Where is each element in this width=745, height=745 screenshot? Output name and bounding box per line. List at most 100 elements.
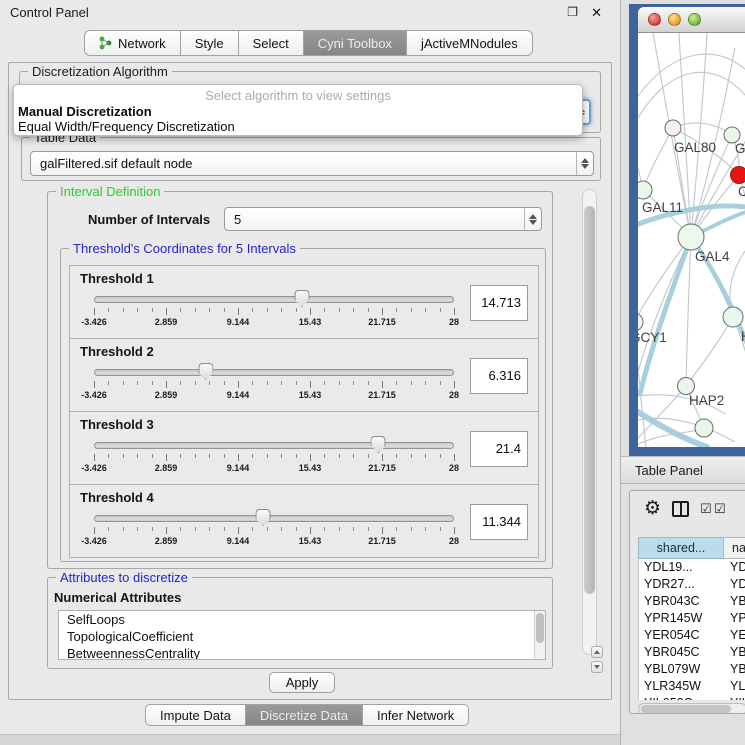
threshold-1-value-field[interactable]: 14.713 bbox=[470, 285, 528, 321]
threshold-label: Threshold 1 bbox=[80, 271, 154, 286]
settings-scrollbar[interactable] bbox=[582, 189, 597, 655]
slider-track[interactable] bbox=[94, 369, 454, 376]
slider-thumb[interactable] bbox=[256, 509, 271, 526]
table-row[interactable]: YPR145WYPR1 bbox=[639, 610, 745, 627]
table-row[interactable]: YDL19...YDL1 bbox=[639, 559, 745, 576]
slider-track[interactable] bbox=[94, 515, 454, 522]
column-header-name[interactable]: na bbox=[723, 537, 745, 559]
horizontal-scrollbar[interactable] bbox=[638, 703, 745, 714]
tab-select[interactable]: Select bbox=[238, 30, 304, 56]
tab-cyni-toolbox[interactable]: Cyni Toolbox bbox=[303, 30, 407, 56]
network-icon bbox=[99, 36, 112, 50]
table-header: shared... na bbox=[638, 537, 745, 559]
table-row[interactable]: YBR043CYBR0 bbox=[639, 593, 745, 610]
scroll-down-button[interactable] bbox=[591, 661, 603, 673]
network-canvas[interactable]: GAL80 GA C GAL11 GAL4 GCY1 H HAP2 bbox=[638, 33, 745, 447]
threshold-4-slider[interactable]: -3.4262.8599.14415.4321.71528 bbox=[94, 509, 454, 555]
slider-thumb[interactable] bbox=[371, 436, 386, 453]
slider-track[interactable] bbox=[94, 442, 454, 449]
threshold-4-panel: Threshold 4 -3.4262.8599.14415.4321.7152… bbox=[69, 484, 539, 558]
tab-label: Network bbox=[118, 36, 166, 51]
numerical-attributes-list[interactable]: SelfLoopsTopologicalCoefficientBetweenne… bbox=[58, 610, 546, 660]
interval-definition-group: Interval Definition Number of Intervals … bbox=[47, 191, 553, 569]
top-tab-bar: Network Style Select Cyni Toolbox jActiv… bbox=[84, 30, 533, 56]
num-intervals-combobox[interactable]: 5 bbox=[224, 207, 542, 231]
split-pane-icon[interactable] bbox=[672, 501, 689, 517]
node-hap2 bbox=[678, 378, 695, 395]
table-data-combobox[interactable]: galFiltered.sif default node bbox=[30, 151, 594, 176]
close-icon[interactable]: ✕ bbox=[591, 5, 602, 21]
threshold-label: Threshold 3 bbox=[80, 417, 154, 432]
group-title: Interval Definition bbox=[56, 184, 164, 199]
group-title: Discretization Algorithm bbox=[28, 64, 172, 79]
threshold-3-panel: Threshold 3 -3.4262.8599.14415.4321.7152… bbox=[69, 411, 539, 485]
node-table: shared... na YDL19...YDL1YDR27...YDR2YBR… bbox=[638, 537, 745, 700]
node-label-gal80: GAL80 bbox=[674, 140, 716, 155]
checkbox-icon[interactable]: ☑ bbox=[714, 502, 726, 515]
threshold-label: Threshold 4 bbox=[80, 490, 154, 505]
stepper-icon bbox=[576, 152, 593, 175]
list-item[interactable]: BetweennessCentrality bbox=[59, 645, 545, 660]
close-traffic-light-icon[interactable] bbox=[648, 13, 661, 26]
node-gal11 bbox=[638, 181, 652, 199]
scrollbar-thumb[interactable] bbox=[641, 705, 731, 713]
table-row[interactable]: YLR345WYLR3 bbox=[639, 678, 745, 695]
tab-style[interactable]: Style bbox=[180, 30, 239, 56]
right-region: GAL80 GA C GAL11 GAL4 GCY1 H HAP2 Table … bbox=[620, 0, 745, 745]
node-gal80 bbox=[665, 120, 681, 136]
tab-label: Infer Network bbox=[377, 708, 454, 723]
float-window-icon[interactable]: ❐ bbox=[567, 5, 578, 19]
bottom-strip bbox=[0, 734, 620, 745]
threshold-4-value-field[interactable]: 11.344 bbox=[470, 504, 528, 540]
tab-network[interactable]: Network bbox=[84, 30, 181, 56]
threshold-3-value-field[interactable]: 21.4 bbox=[470, 431, 528, 467]
slider-thumb[interactable] bbox=[294, 290, 309, 307]
node-label-hap2: HAP2 bbox=[689, 393, 724, 408]
number-of-intervals-label: Number of Intervals bbox=[88, 212, 210, 227]
slider-thumb[interactable] bbox=[198, 363, 213, 380]
node-gcy1 bbox=[638, 313, 643, 331]
dropdown-option-equal-width-frequency[interactable]: Equal Width/Frequency Discretization bbox=[16, 119, 580, 134]
threshold-2-value-field[interactable]: 6.316 bbox=[470, 358, 528, 394]
threshold-1-slider[interactable]: -3.4262.8599.14415.4321.71528 bbox=[94, 290, 454, 336]
zoom-traffic-light-icon[interactable] bbox=[688, 13, 701, 26]
dropdown-option-manual-discretization[interactable]: Manual Discretization bbox=[16, 104, 580, 119]
scrollbar-thumb[interactable] bbox=[584, 206, 595, 594]
gear-icon[interactable]: ⚙ bbox=[644, 498, 661, 520]
minimize-traffic-light-icon[interactable] bbox=[668, 13, 681, 26]
tab-impute-data[interactable]: Impute Data bbox=[145, 704, 246, 726]
table-panel: ⚙ ☑ ☑ shared... na YDL19...YDL1YDR27...Y… bbox=[629, 490, 745, 714]
algorithm-dropdown-popup: Select algorithm to view settings Manual… bbox=[13, 84, 583, 136]
scroll-up-button[interactable] bbox=[591, 646, 603, 658]
list-item[interactable]: SelfLoops bbox=[59, 611, 545, 628]
attributes-group: Attributes to discretize Numerical Attri… bbox=[47, 577, 553, 669]
node-partial-bottom bbox=[695, 419, 713, 437]
apply-button[interactable]: Apply bbox=[269, 672, 335, 693]
network-window: GAL80 GA C GAL11 GAL4 GCY1 H HAP2 bbox=[629, 4, 745, 456]
list-scrollbar[interactable] bbox=[534, 611, 545, 659]
tab-discretize-data[interactable]: Discretize Data bbox=[245, 704, 363, 726]
panel-title: Control Panel bbox=[10, 5, 89, 20]
network-window-titlebar[interactable] bbox=[638, 7, 745, 33]
control-panel-titlebar: Control Panel ❐ ✕ bbox=[0, 0, 620, 24]
table-body: YDL19...YDL1YDR27...YDR2YBR043CYBR0YPR14… bbox=[638, 559, 745, 700]
threshold-2-slider[interactable]: -3.4262.8599.14415.4321.71528 bbox=[94, 363, 454, 409]
list-item[interactable]: TopologicalCoefficient bbox=[59, 628, 545, 645]
checkbox-icon[interactable]: ☑ bbox=[700, 502, 712, 515]
slider-ticks bbox=[94, 381, 454, 389]
table-row[interactable]: YER054CYER0 bbox=[639, 627, 745, 644]
column-header-shared-name[interactable]: shared... bbox=[638, 537, 724, 559]
table-row[interactable]: YIL052CYIL0 bbox=[639, 695, 745, 700]
table-panel-title: Table Panel bbox=[635, 463, 703, 478]
table-row[interactable]: YBR045CYBR0 bbox=[639, 644, 745, 661]
slider-track[interactable] bbox=[94, 296, 454, 303]
node-label-gal4: GAL4 bbox=[695, 249, 730, 264]
tab-jactivemnodules[interactable]: jActiveMNodules bbox=[406, 30, 533, 56]
bottom-tab-bar: Impute Data Discretize Data Infer Networ… bbox=[145, 704, 469, 726]
tab-infer-network[interactable]: Infer Network bbox=[362, 704, 469, 726]
tab-label: Style bbox=[195, 36, 224, 51]
table-row[interactable]: YDR27...YDR2 bbox=[639, 576, 745, 593]
table-row[interactable]: YBL079WYBL0 bbox=[639, 661, 745, 678]
group-title: Attributes to discretize bbox=[56, 570, 192, 585]
threshold-3-slider[interactable]: -3.4262.8599.14415.4321.71528 bbox=[94, 436, 454, 482]
